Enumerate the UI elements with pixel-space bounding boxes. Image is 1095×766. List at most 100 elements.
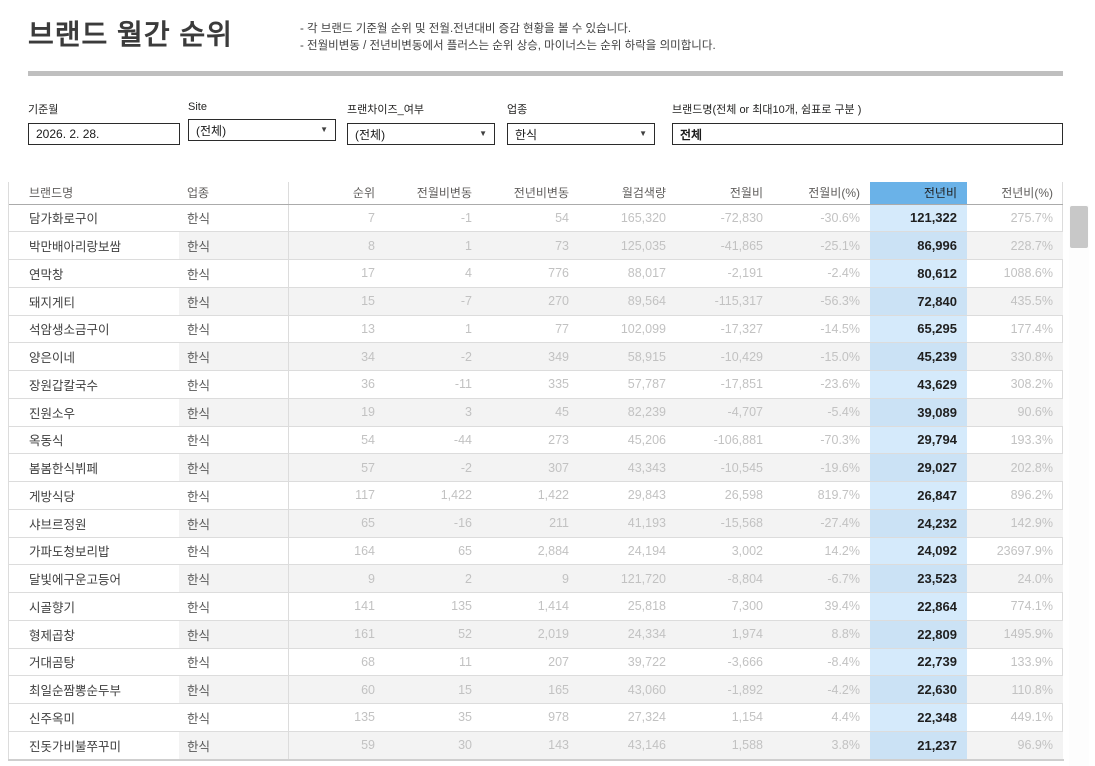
table-bottom-divider <box>8 759 1064 761</box>
table-row[interactable]: 시골향기한식1411351,41425,8187,30039.4%22,8647… <box>9 593 1063 621</box>
column-header-rank[interactable]: 순위 <box>288 182 385 204</box>
table-row[interactable]: 옥동식한식54-4427345,206-106,881-70.3%29,7941… <box>9 426 1063 454</box>
cell-mom-pct: -15.0% <box>773 343 870 371</box>
table-row[interactable]: 석암생소금구이한식13177102,099-17,327-14.5%65,295… <box>9 315 1063 343</box>
cell-monthly-search-volume: 58,915 <box>579 343 676 371</box>
column-header-monthly-search-volume[interactable]: 월검색량 <box>579 182 676 204</box>
cell-yoy-pct: 96.9% <box>967 731 1063 759</box>
table-row[interactable]: 진원소우한식1934582,239-4,707-5.4%39,08990.6% <box>9 398 1063 426</box>
column-header-brand[interactable]: 브랜드명 <box>9 182 179 204</box>
cell-yoy-diff: 65,295 <box>870 315 967 343</box>
cell-yoy-pct: 896.2% <box>967 482 1063 510</box>
cell-monthly-search-volume: 102,099 <box>579 315 676 343</box>
cell-industry: 한식 <box>179 565 288 593</box>
cell-mom-rank-change: -2 <box>385 343 482 371</box>
cell-yoy-rank-change: 73 <box>482 232 579 260</box>
cell-rank: 15 <box>288 287 385 315</box>
description-line-1: - 각 브랜드 기준월 순위 및 전월.전년대비 증감 현황을 볼 수 있습니다… <box>300 21 716 38</box>
cell-yoy-diff: 43,629 <box>870 371 967 399</box>
table-row[interactable]: 연막창한식17477688,017-2,191-2.4%80,6121088.6… <box>9 260 1063 288</box>
table-row[interactable]: 형제곱창한식161522,01924,3341,9748.8%22,809149… <box>9 620 1063 648</box>
table-row[interactable]: 담가화로구이한식7-154165,320-72,830-30.6%121,322… <box>9 204 1063 232</box>
cell-rank: 164 <box>288 537 385 565</box>
column-header-industry[interactable]: 업종 <box>179 182 288 204</box>
cell-mom-pct: -70.3% <box>773 426 870 454</box>
cell-brand: 진돗가비불쭈꾸미 <box>9 731 179 759</box>
table-row[interactable]: 장원갑칼국수한식36-1133557,787-17,851-23.6%43,62… <box>9 371 1063 399</box>
cell-mom-pct: -25.1% <box>773 232 870 260</box>
cell-mom-pct: -6.7% <box>773 565 870 593</box>
cell-yoy-diff: 29,027 <box>870 454 967 482</box>
cell-mom-diff: -3,666 <box>676 648 773 676</box>
vertical-scrollbar[interactable] <box>1069 205 1089 766</box>
table-row[interactable]: 거대곰탕한식681120739,722-3,666-8.4%22,739133.… <box>9 648 1063 676</box>
table-row[interactable]: 가파도청보리밥한식164652,88424,1943,00214.2%24,09… <box>9 537 1063 565</box>
cell-rank: 59 <box>288 731 385 759</box>
table-row[interactable]: 돼지게티한식15-727089,564-115,317-56.3%72,8404… <box>9 287 1063 315</box>
franchise-dropdown[interactable]: (전체) ▼ <box>347 123 495 145</box>
cell-monthly-search-volume: 43,343 <box>579 454 676 482</box>
base-month-value: 2026. 2. 28. <box>36 127 99 141</box>
cell-industry: 한식 <box>179 537 288 565</box>
cell-yoy-rank-change: 1,414 <box>482 593 579 621</box>
site-dropdown[interactable]: (전체) ▼ <box>188 119 336 141</box>
cell-yoy-pct: 142.9% <box>967 509 1063 537</box>
table-row[interactable]: 샤브르정원한식65-1621141,193-15,568-27.4%24,232… <box>9 509 1063 537</box>
cell-yoy-pct: 110.8% <box>967 676 1063 704</box>
column-header-yoy-pct[interactable]: 전년비(%) <box>967 182 1063 204</box>
cell-industry: 한식 <box>179 482 288 510</box>
cell-brand: 시골향기 <box>9 593 179 621</box>
cell-mom-diff: 3,002 <box>676 537 773 565</box>
column-header-mom-rank-change[interactable]: 전월비변동 <box>385 182 482 204</box>
column-header-mom-pct[interactable]: 전월비(%) <box>773 182 870 204</box>
cell-rank: 9 <box>288 565 385 593</box>
scrollbar-thumb[interactable] <box>1070 206 1088 248</box>
cell-brand: 형제곱창 <box>9 620 179 648</box>
cell-monthly-search-volume: 88,017 <box>579 260 676 288</box>
industry-dropdown[interactable]: 한식 ▼ <box>507 123 655 145</box>
cell-mom-rank-change: -1 <box>385 204 482 232</box>
cell-mom-diff: -115,317 <box>676 287 773 315</box>
cell-industry: 한식 <box>179 371 288 399</box>
filter-base-month: 기준월 2026. 2. 28. <box>28 101 180 145</box>
brand-name-input[interactable]: 전체 <box>672 123 1063 145</box>
cell-yoy-rank-change: 2,884 <box>482 537 579 565</box>
column-header-yoy-rank-change[interactable]: 전년비변동 <box>482 182 579 204</box>
cell-yoy-pct: 177.4% <box>967 315 1063 343</box>
cell-yoy-rank-change: 211 <box>482 509 579 537</box>
table-row[interactable]: 최일순짬뽕순두부한식601516543,060-1,892-4.2%22,630… <box>9 676 1063 704</box>
table-row[interactable]: 게방식당한식1171,4221,42229,84326,598819.7%26,… <box>9 482 1063 510</box>
table-row[interactable]: 진돗가비불쭈꾸미한식593014343,1461,5883.8%21,23796… <box>9 731 1063 759</box>
cell-rank: 60 <box>288 676 385 704</box>
table-row[interactable]: 박만배아리랑보쌈한식8173125,035-41,865-25.1%86,996… <box>9 232 1063 260</box>
column-header-yoy-diff[interactable]: 전년비 <box>870 182 967 204</box>
cell-brand: 가파도청보리밥 <box>9 537 179 565</box>
column-header-mom-diff[interactable]: 전월비 <box>676 182 773 204</box>
table-row[interactable]: 양은이네한식34-234958,915-10,429-15.0%45,23933… <box>9 343 1063 371</box>
table-row[interactable]: 달빛에구운고등어한식929121,720-8,804-6.7%23,52324.… <box>9 565 1063 593</box>
cell-yoy-pct: 275.7% <box>967 204 1063 232</box>
cell-industry: 한식 <box>179 454 288 482</box>
cell-yoy-diff: 22,809 <box>870 620 967 648</box>
cell-monthly-search-volume: 57,787 <box>579 371 676 399</box>
cell-mom-rank-change: 30 <box>385 731 482 759</box>
cell-rank: 65 <box>288 509 385 537</box>
filter-franchise-label: 프랜차이즈_여부 <box>347 101 495 117</box>
cell-mom-pct: -14.5% <box>773 315 870 343</box>
table-row[interactable]: 봄봄한식뷔페한식57-230743,343-10,545-19.6%29,027… <box>9 454 1063 482</box>
cell-brand: 달빛에구운고등어 <box>9 565 179 593</box>
cell-yoy-rank-change: 165 <box>482 676 579 704</box>
cell-yoy-diff: 26,847 <box>870 482 967 510</box>
cell-yoy-diff: 29,794 <box>870 426 967 454</box>
cell-industry: 한식 <box>179 232 288 260</box>
cell-monthly-search-volume: 43,060 <box>579 676 676 704</box>
cell-yoy-rank-change: 54 <box>482 204 579 232</box>
cell-industry: 한식 <box>179 731 288 759</box>
cell-mom-pct: 8.8% <box>773 620 870 648</box>
industry-dropdown-value: 한식 <box>515 126 537 143</box>
cell-mom-pct: -4.2% <box>773 676 870 704</box>
base-month-input[interactable]: 2026. 2. 28. <box>28 123 180 145</box>
table-row[interactable]: 신주옥미한식1353597827,3241,1544.4%22,348449.1… <box>9 704 1063 732</box>
cell-yoy-rank-change: 270 <box>482 287 579 315</box>
cell-industry: 한식 <box>179 676 288 704</box>
